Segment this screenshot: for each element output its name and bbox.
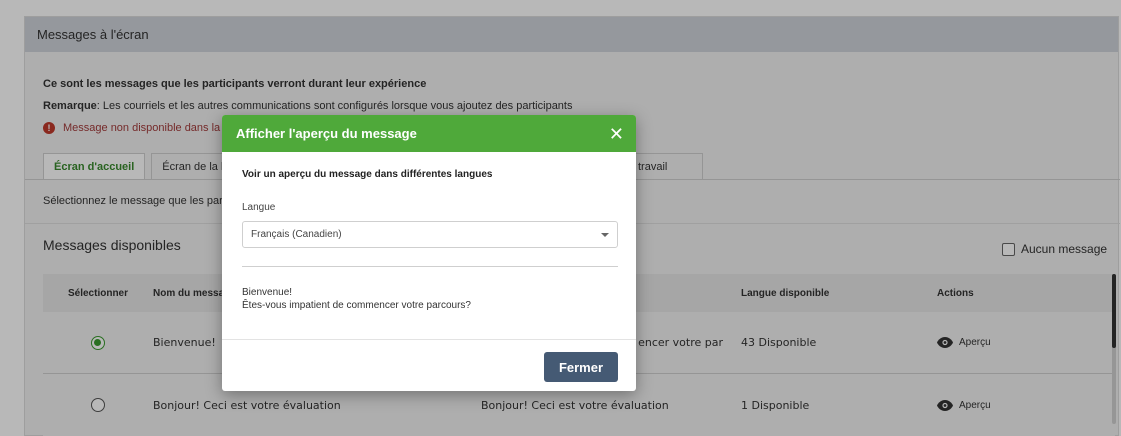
language-label: Langue (242, 202, 276, 213)
preview-line-2: Êtes-vous impatient de commencer votre p… (242, 300, 471, 311)
modal-footer: Fermer (222, 339, 636, 391)
message-preview: Bienvenue! Êtes-vous impatient de commen… (242, 286, 471, 312)
modal-body: Voir un aperçu du message dans différent… (222, 152, 636, 339)
preview-modal: Afficher l'aperçu du message ✕ Voir un a… (222, 115, 636, 391)
language-select[interactable]: Français (Canadien) (242, 221, 618, 248)
close-button[interactable]: Fermer (544, 352, 618, 382)
close-icon[interactable]: ✕ (609, 125, 624, 143)
language-value: Français (Canadien) (251, 229, 342, 240)
page: Messages à l'écran Ce sont les messages … (0, 0, 1121, 436)
chevron-down-icon (601, 232, 609, 237)
modal-subtitle: Voir un aperçu du message dans différent… (242, 169, 493, 180)
modal-header: Afficher l'aperçu du message ✕ (222, 115, 636, 152)
modal-title: Afficher l'aperçu du message (236, 126, 417, 141)
preview-line-1: Bienvenue! (242, 287, 293, 298)
modal-divider (242, 266, 618, 267)
